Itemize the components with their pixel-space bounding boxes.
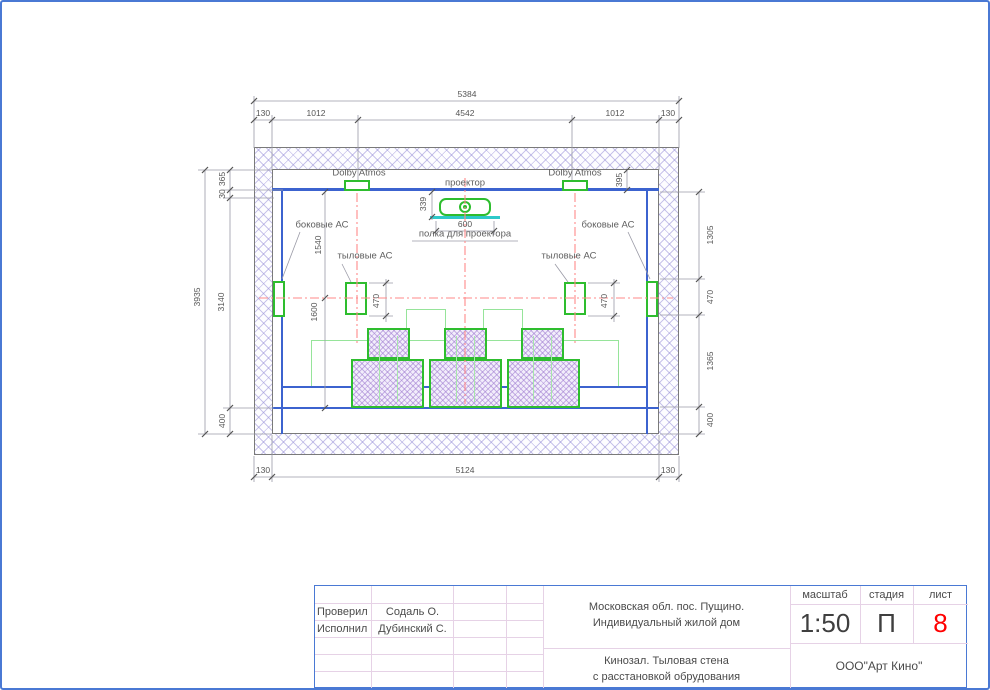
sheet-title-line1: Кинозал. Тыловая стена — [543, 652, 790, 669]
checked-by-role: Проверил — [317, 603, 371, 620]
dim-bottom-130-right: 130 — [661, 466, 675, 475]
dimension-lines — [198, 96, 705, 482]
title-block-gridline — [315, 637, 543, 638]
drawn-by-role: Исполнил — [317, 620, 371, 637]
dim-top-1012-right: 1012 — [606, 109, 625, 118]
dim-right-1305: 1305 — [706, 226, 715, 245]
dim-1600: 1600 — [310, 303, 319, 322]
dim-bottom-130-left: 130 — [256, 466, 270, 475]
dim-1540: 1540 — [314, 236, 323, 255]
dim-top-1012-left: 1012 — [307, 109, 326, 118]
projector-shelf-label: полка для проектора — [419, 229, 511, 239]
dim-left-400: 400 — [218, 414, 227, 428]
dolby-atmos-label-left: Dolby Atmos — [332, 168, 385, 178]
dim-top-overall: 5384 — [458, 90, 477, 99]
dim-right-470: 470 — [706, 290, 715, 304]
dim-left-365: 365 — [218, 172, 227, 186]
dim-right-1365: 1365 — [706, 352, 715, 371]
rear-speakers-label-left: тыловые АС — [338, 251, 393, 261]
side-speakers-label-left: боковые АС — [295, 220, 348, 230]
project-name-line2: Индивидуальный жилой дом — [543, 614, 790, 631]
dim-left-30: 30 — [218, 189, 227, 198]
dim-left-overall: 3935 — [193, 288, 202, 307]
dim-bottom-5124: 5124 — [456, 466, 475, 475]
drawn-by-name: Дубинский С. — [372, 620, 453, 637]
dim-shelf-600: 600 — [458, 220, 472, 229]
projector-label: проектор — [445, 178, 485, 188]
dim-top-4542: 4542 — [456, 109, 475, 118]
dimension-ticks — [202, 98, 702, 480]
sheet-number: 8 — [913, 604, 968, 643]
title-block-gridline — [315, 671, 543, 672]
dim-top-130-left: 130 — [256, 109, 270, 118]
dim-right-400: 400 — [706, 413, 715, 427]
title-block-gridline — [543, 648, 790, 649]
scale-value: 1:50 — [790, 604, 860, 643]
dim-projector-339: 339 — [419, 197, 428, 211]
title-block-gridline — [315, 654, 543, 655]
dim-rear-470-left: 470 — [372, 294, 381, 308]
stage-value: П — [860, 604, 913, 643]
checked-by-name: Содаль О. — [372, 603, 453, 620]
side-speakers-label-right: боковые АС — [581, 220, 634, 230]
dim-right-395: 395 — [615, 173, 624, 187]
stage-header: стадия — [860, 586, 913, 604]
dim-left-3140: 3140 — [217, 293, 226, 312]
dim-top-130-right: 130 — [661, 109, 675, 118]
sheet-header: лист — [913, 586, 968, 604]
sheet-title-line2: с расстановкой обрудования — [543, 668, 790, 685]
dolby-atmos-label-right: Dolby Atmos — [548, 168, 601, 178]
scale-header: масштаб — [790, 586, 860, 604]
project-name-line1: Московская обл. пос. Пущино. — [543, 598, 790, 615]
centerlines — [259, 178, 673, 404]
dim-rear-470-right: 470 — [600, 294, 609, 308]
sheet-page: Dolby Atmos Dolby Atmos проектор полка д… — [0, 0, 990, 690]
company-name: ООО"Арт Кино" — [790, 643, 968, 689]
title-block: Проверил Содаль О. Исполнил Дубинский С.… — [314, 585, 967, 688]
rear-speakers-label-right: тыловые АС — [542, 251, 597, 261]
